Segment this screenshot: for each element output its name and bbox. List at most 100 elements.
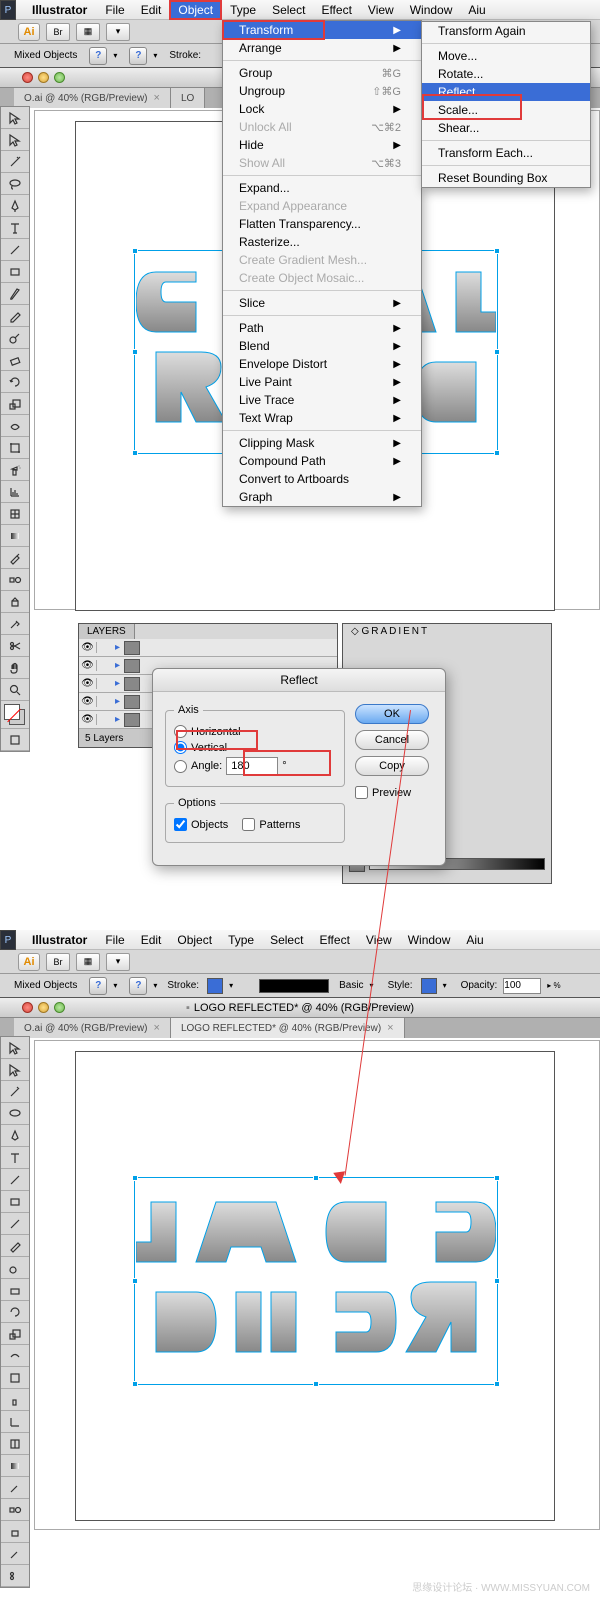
close-icon[interactable]: × xyxy=(387,1022,393,1034)
menu-item-group[interactable]: Group⌘G xyxy=(223,64,421,82)
blend-tool[interactable] xyxy=(1,1499,29,1521)
selection-tool[interactable] xyxy=(1,107,29,129)
menu-item-graph[interactable]: Graph▶ xyxy=(223,488,421,506)
style-swatch[interactable] xyxy=(421,978,437,994)
menu-item-create-gradient-mesh-[interactable]: Create Gradient Mesh... xyxy=(223,251,421,269)
direct-selection-tool[interactable] xyxy=(1,1059,29,1081)
menu-item-ungroup[interactable]: Ungroup⇧⌘G xyxy=(223,82,421,100)
cancel-button[interactable]: Cancel xyxy=(355,730,429,750)
submenu-item-reset-bounding-box[interactable]: Reset Bounding Box xyxy=(422,169,590,187)
preview-checkbox[interactable] xyxy=(355,786,368,799)
menu-item-path[interactable]: Path▶ xyxy=(223,319,421,337)
menu-select[interactable]: Select xyxy=(262,931,311,949)
scale-tool[interactable] xyxy=(1,393,29,415)
zoom-button[interactable] xyxy=(54,72,65,83)
scissor-tool[interactable] xyxy=(1,635,29,657)
menu-item-hide[interactable]: Hide▶ xyxy=(223,136,421,154)
objects-checkbox[interactable] xyxy=(174,818,187,831)
pencil-tool[interactable] xyxy=(1,305,29,327)
menu-view[interactable]: View xyxy=(360,1,402,19)
dropdown-button[interactable]: ▾ xyxy=(106,23,130,41)
direct-selection-tool[interactable] xyxy=(1,129,29,151)
menu-file[interactable]: File xyxy=(97,1,132,19)
menu-window[interactable]: Window xyxy=(400,931,459,949)
menu-select[interactable]: Select xyxy=(264,1,313,19)
visibility-icon[interactable]: 👁 xyxy=(79,714,97,725)
stroke-help[interactable]: ? xyxy=(129,977,147,995)
layer-row[interactable]: 👁▸ xyxy=(79,639,337,657)
bridge-button[interactable]: Br xyxy=(46,23,70,41)
menu-type[interactable]: Type xyxy=(222,1,264,19)
gradient-tool[interactable] xyxy=(1,525,29,547)
submenu-item-transform-again[interactable]: Transform Again xyxy=(422,22,590,40)
angle-radio[interactable] xyxy=(174,760,187,773)
close-button[interactable] xyxy=(22,1002,33,1013)
submenu-item-shear-[interactable]: Shear... xyxy=(422,119,590,137)
menu-window[interactable]: Window xyxy=(402,1,461,19)
menu-edit[interactable]: Edit xyxy=(133,1,170,19)
menu-item-arrange[interactable]: Arrange▶ xyxy=(223,39,421,57)
visibility-icon[interactable]: 👁 xyxy=(79,642,97,653)
gradient-tool[interactable] xyxy=(1,1455,29,1477)
menu-item-convert-to-artboards[interactable]: Convert to Artboards xyxy=(223,470,421,488)
gradient-tab[interactable]: ◇ GRADIENT xyxy=(343,624,551,639)
eyedropper-tool[interactable] xyxy=(1,1477,29,1499)
menu-aiu[interactable]: Aiu xyxy=(460,1,493,19)
rotate-tool[interactable] xyxy=(1,371,29,393)
mesh-tool[interactable] xyxy=(1,503,29,525)
blob-brush-tool[interactable] xyxy=(1,1257,29,1279)
paintbrush-tool[interactable] xyxy=(1,1213,29,1235)
visibility-icon[interactable]: 👁 xyxy=(79,678,97,689)
visibility-icon[interactable]: 👁 xyxy=(79,696,97,707)
pen-tool[interactable] xyxy=(1,195,29,217)
copy-button[interactable]: Copy xyxy=(355,756,429,776)
brush-preview[interactable] xyxy=(259,979,329,993)
paintbrush-tool[interactable] xyxy=(1,283,29,305)
menu-item-show-all[interactable]: Show All⌥⌘3 xyxy=(223,154,421,172)
menu-file[interactable]: File xyxy=(97,931,132,949)
fill-help[interactable]: ? xyxy=(89,977,107,995)
submenu-item-move-[interactable]: Move... xyxy=(422,47,590,65)
bridge-button[interactable]: Br xyxy=(46,953,70,971)
ok-button[interactable]: OK xyxy=(355,704,429,724)
symbol-sprayer-tool[interactable] xyxy=(1,459,29,481)
menu-item-slice[interactable]: Slice▶ xyxy=(223,294,421,312)
menu-item-clipping-mask[interactable]: Clipping Mask▶ xyxy=(223,434,421,452)
patterns-checkbox[interactable] xyxy=(242,818,255,831)
submenu-item-rotate-[interactable]: Rotate... xyxy=(422,65,590,83)
menu-effect[interactable]: Effect xyxy=(311,931,357,949)
eraser-tool[interactable] xyxy=(1,349,29,371)
tab-2[interactable]: LOGO REFLECTED* @ 40% (RGB/Preview)× xyxy=(171,1018,405,1038)
menu-object[interactable]: Object xyxy=(169,931,220,949)
scissor-tool[interactable] xyxy=(1,1565,29,1587)
rectangle-tool[interactable] xyxy=(1,261,29,283)
selection-tool[interactable] xyxy=(1,1037,29,1059)
menu-item-compound-path[interactable]: Compound Path▶ xyxy=(223,452,421,470)
graph-tool[interactable] xyxy=(1,1411,29,1433)
graph-tool[interactable] xyxy=(1,481,29,503)
menu-item-live-trace[interactable]: Live Trace▶ xyxy=(223,391,421,409)
magic-wand-tool[interactable] xyxy=(1,151,29,173)
mesh-tool[interactable] xyxy=(1,1433,29,1455)
menu-edit[interactable]: Edit xyxy=(133,931,170,949)
free-transform-tool[interactable] xyxy=(1,437,29,459)
blend-tool[interactable] xyxy=(1,569,29,591)
menu-item-rasterize-[interactable]: Rasterize... xyxy=(223,233,421,251)
fill-help[interactable]: ? xyxy=(89,47,107,65)
warp-tool[interactable] xyxy=(1,1345,29,1367)
pen-tool[interactable] xyxy=(1,1125,29,1147)
eraser-tool[interactable] xyxy=(1,1279,29,1301)
lasso-tool[interactable] xyxy=(1,173,29,195)
arrange-button[interactable]: ▦ xyxy=(76,23,100,41)
close-icon[interactable]: × xyxy=(154,92,160,104)
slice-tool[interactable] xyxy=(1,613,29,635)
menu-item-blend[interactable]: Blend▶ xyxy=(223,337,421,355)
magic-wand-tool[interactable] xyxy=(1,1081,29,1103)
zoom-button[interactable] xyxy=(54,1002,65,1013)
menu-item-create-object-mosaic-[interactable]: Create Object Mosaic... xyxy=(223,269,421,287)
hand-tool[interactable] xyxy=(1,657,29,679)
pencil-tool[interactable] xyxy=(1,1235,29,1257)
stroke-weight[interactable] xyxy=(207,978,223,994)
close-button[interactable] xyxy=(22,72,33,83)
minimize-button[interactable] xyxy=(38,1002,49,1013)
